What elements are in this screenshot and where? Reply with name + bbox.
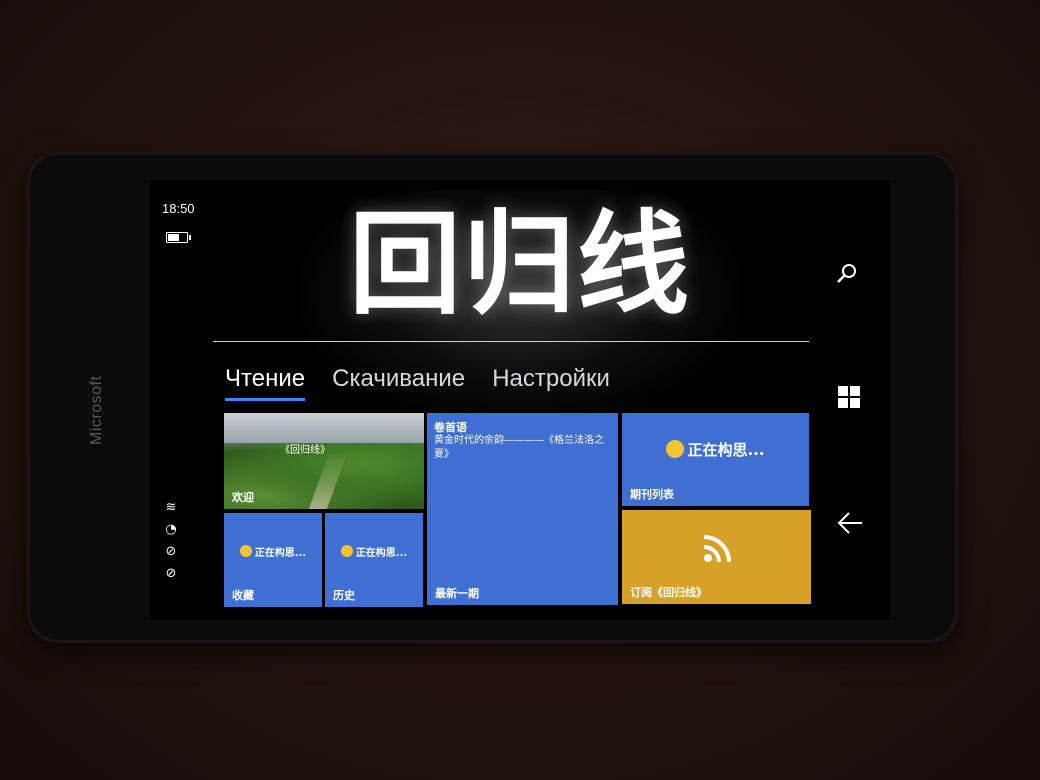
thinking-emoji-icon bbox=[340, 545, 353, 557]
welcome-overlay: 《回归线》 bbox=[280, 445, 330, 456]
logo-divider bbox=[213, 341, 809, 342]
windows-icon[interactable] bbox=[838, 386, 860, 408]
preface-text: 黄金时代的余韵————《格兰法洛之夏》 bbox=[434, 435, 604, 460]
tile-subscribe-label: 订阅《回归线》 bbox=[630, 586, 707, 599]
pivot-tabs: Чтение Скачивание Настройки bbox=[225, 365, 632, 405]
tile-history[interactable]: 正在构思... 历史 bbox=[325, 513, 423, 607]
brand-label: Microsoft bbox=[88, 375, 105, 445]
wave-icon: ≋ bbox=[165, 500, 177, 515]
status-time: 18:50 bbox=[162, 201, 195, 216]
battery-icon bbox=[166, 232, 191, 243]
preface-title: 卷首语 bbox=[434, 421, 467, 434]
rss-icon bbox=[703, 535, 731, 563]
tile-periodicals[interactable]: 正在构思... 期刊列表 bbox=[622, 413, 809, 506]
sim2-icon: ⊘ bbox=[165, 566, 177, 581]
wifi-icon: ◔ bbox=[165, 522, 177, 537]
back-arrow-icon[interactable] bbox=[836, 511, 864, 535]
tab-reading[interactable]: Чтение bbox=[225, 365, 306, 401]
thinking-emoji-icon bbox=[666, 440, 685, 458]
tab-settings[interactable]: Настройки bbox=[492, 365, 610, 393]
app-logo: 回归线 bbox=[349, 199, 691, 330]
tile-periodicals-label: 期刊列表 bbox=[630, 488, 674, 501]
tile-welcome[interactable]: 《回归线》 欢迎 bbox=[224, 413, 424, 509]
tile-favorites[interactable]: 正在构思... 收藏 bbox=[224, 513, 322, 607]
tile-favorites-label: 收藏 bbox=[232, 589, 254, 602]
tile-latest-issue[interactable]: 卷首语 黄金时代的余韵————《格兰法洛之夏》 最新一期 bbox=[427, 413, 618, 605]
status-icons: ≋ ◔ ⊘ ⊘ bbox=[158, 497, 184, 585]
sim-icon: ⊘ bbox=[165, 544, 177, 559]
tile-welcome-label: 欢迎 bbox=[232, 491, 254, 504]
tile-history-label: 历史 bbox=[333, 589, 355, 602]
periodicals-status: 正在构思... bbox=[622, 439, 809, 460]
thinking-emoji-icon bbox=[239, 545, 252, 557]
landscape-image bbox=[224, 413, 424, 509]
history-status: 正在构思... bbox=[325, 544, 423, 559]
favorites-status: 正在构思... bbox=[224, 544, 322, 559]
tile-subscribe[interactable]: 订阅《回归线》 bbox=[622, 510, 811, 604]
tile-latest-issue-label: 最新一期 bbox=[435, 587, 479, 600]
tab-downloads[interactable]: Скачивание bbox=[332, 365, 465, 393]
search-icon[interactable] bbox=[835, 262, 859, 286]
